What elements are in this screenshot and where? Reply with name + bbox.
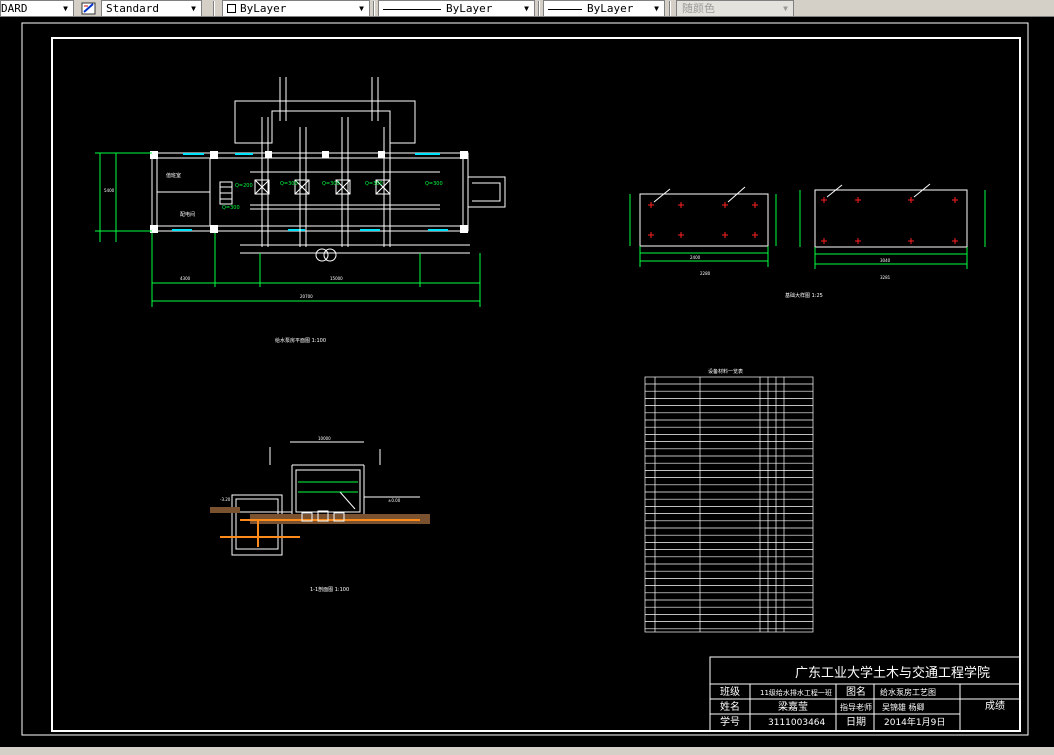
plot-style-value: 随颜色 bbox=[682, 2, 715, 15]
chevron-down-icon[interactable]: ▼ bbox=[188, 3, 199, 14]
svg-text:3040: 3040 bbox=[880, 258, 891, 263]
plan-caption: 给水泵房平面图 1:100 bbox=[275, 337, 326, 344]
lineweight-combo[interactable]: ByLayer ▼ bbox=[543, 0, 665, 17]
plot-style-combo[interactable]: 随颜色 ▼ bbox=[676, 0, 794, 17]
status-bar bbox=[0, 747, 1054, 755]
title-block-text: 广东工业大学土木与交通工程学院 班级 11级给水排水工程一班 图名 给水泵房工艺… bbox=[720, 665, 1005, 728]
svg-text:Q=200: Q=200 bbox=[235, 183, 253, 189]
svg-text:20700: 20700 bbox=[300, 294, 313, 299]
svg-text:Q=300: Q=300 bbox=[222, 205, 240, 211]
toolbar-separator bbox=[373, 1, 375, 16]
svg-text:4300: 4300 bbox=[180, 276, 191, 281]
material-table-title: 设备材料一览表 bbox=[708, 368, 743, 375]
class-value: 11级给水排水工程一班 bbox=[760, 688, 832, 697]
dimension-style-combo[interactable]: Standard ▼ bbox=[101, 0, 202, 17]
chevron-down-icon[interactable]: ▼ bbox=[521, 3, 532, 14]
svg-text:Q=300: Q=300 bbox=[365, 181, 383, 187]
svg-text:15000: 15000 bbox=[330, 276, 343, 281]
toolbar-separator bbox=[213, 1, 215, 16]
linetype-combo[interactable]: ByLayer ▼ bbox=[378, 0, 535, 17]
color-combo[interactable]: ByLayer ▼ bbox=[222, 0, 370, 17]
lineweight-value: ByLayer bbox=[587, 2, 634, 15]
svg-text:10000: 10000 bbox=[318, 436, 331, 441]
svg-text:Q=300: Q=300 bbox=[322, 181, 340, 187]
color-value: ByLayer bbox=[240, 2, 287, 15]
teacher-value: 吴锦雄 杨卿 bbox=[882, 702, 925, 712]
toolbar-separator bbox=[669, 1, 671, 16]
dimension-style-value: Standard bbox=[106, 2, 159, 15]
chevron-down-icon[interactable]: ▼ bbox=[780, 3, 791, 14]
toolbar-separator bbox=[538, 1, 540, 16]
material-table bbox=[644, 376, 814, 633]
svg-text:2400: 2400 bbox=[690, 255, 701, 260]
date-label: 日期 bbox=[846, 716, 866, 728]
date-value: 2014年1月9日 bbox=[884, 716, 945, 728]
id-value: 3111003464 bbox=[768, 718, 826, 728]
svg-text:-3.20: -3.20 bbox=[220, 497, 231, 502]
drawing-canvas[interactable]: Q=300 Q=300 Q=300 Q=300 Q=200 Q=300 值班室 配电间 … bbox=[0, 17, 1054, 747]
svg-text:5400: 5400 bbox=[104, 188, 115, 193]
text-style-combo[interactable]: DARD ▼ bbox=[0, 0, 74, 17]
svg-text:值班室: 值班室 bbox=[166, 172, 181, 179]
drawing-svg[interactable]: Q=300 Q=300 Q=300 Q=300 Q=200Q=300 值班室配电间 … bbox=[0, 17, 1054, 747]
drawing-name-value: 给水泵房工艺图 bbox=[880, 687, 936, 697]
svg-text:3281: 3281 bbox=[880, 275, 891, 280]
properties-toolbar: DARD ▼ Standard ▼ ByLayer ▼ ByLayer ▼ By… bbox=[0, 0, 1054, 17]
foundation-caption: 基础大样图 1:25 bbox=[785, 292, 823, 299]
section-caption: 1-1剖面图 1:100 bbox=[310, 586, 349, 593]
inner-border bbox=[51, 37, 1021, 732]
svg-text:Q=300: Q=300 bbox=[425, 181, 443, 187]
chevron-down-icon[interactable]: ▼ bbox=[356, 3, 367, 14]
svg-text:配电间: 配电间 bbox=[180, 211, 195, 218]
drawing-name-label: 图名 bbox=[846, 685, 866, 698]
svg-text:2280: 2280 bbox=[700, 271, 711, 276]
linetype-sample-icon bbox=[383, 9, 441, 10]
pump-room-plan: Q=300 Q=300 Q=300 Q=300 Q=200Q=300 值班室配电间 … bbox=[95, 77, 506, 307]
chevron-down-icon[interactable]: ▼ bbox=[60, 3, 71, 14]
svg-text:Q=300: Q=300 bbox=[280, 181, 298, 187]
school-name: 广东工业大学土木与交通工程学院 bbox=[795, 665, 990, 681]
chevron-down-icon[interactable]: ▼ bbox=[651, 3, 662, 14]
lineweight-sample-icon bbox=[548, 9, 582, 10]
text-style-value: DARD bbox=[1, 2, 28, 15]
color-swatch-icon bbox=[227, 4, 236, 13]
outer-border bbox=[21, 22, 1029, 736]
id-label: 学号 bbox=[720, 715, 740, 728]
class-label: 班级 bbox=[720, 686, 740, 698]
foundation-detail: 2400 3040 2280 3281 bbox=[629, 183, 986, 280]
linetype-value: ByLayer bbox=[446, 2, 493, 15]
name-value: 梁嘉莹 bbox=[778, 700, 808, 713]
dimension-style-icon[interactable] bbox=[81, 1, 97, 16]
name-label: 姓名 bbox=[720, 700, 740, 713]
teacher-label: 指导老师 bbox=[840, 702, 872, 712]
score-label: 成绩 bbox=[985, 699, 1005, 712]
section-view: 10000 -3.20 ±0.00 bbox=[210, 436, 430, 556]
svg-text:±0.00: ±0.00 bbox=[388, 498, 401, 503]
